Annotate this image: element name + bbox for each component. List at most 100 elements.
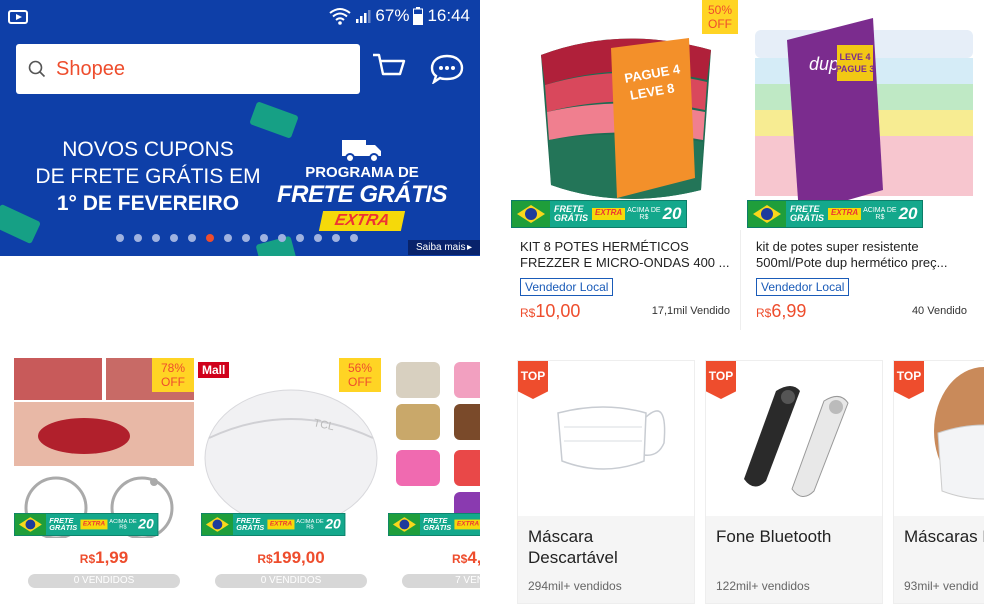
product-title: KIT 8 POTES HERMÉTICOS FREZZER E MICRO-O… [520, 239, 730, 271]
carousel-dot[interactable] [188, 234, 196, 242]
chat-icon[interactable] [430, 54, 464, 84]
sold-count: 17,1mil Vendido [651, 305, 730, 317]
badge-amount: 20 [898, 204, 918, 223]
discount-off: OFF [348, 375, 372, 389]
ticket-decoration [249, 101, 299, 139]
grid-product-card[interactable]: 78% OFF FRETE GRÁTIS EXTRA ACIMA DE R$ 20 R… [14, 358, 194, 593]
badge-text: GRÁTIS [423, 523, 452, 532]
battery-icon [413, 7, 424, 25]
product-grid: 78% OFF FRETE GRÁTIS EXTRA ACIMA DE R$ 20 R… [0, 350, 480, 616]
discount-pct: 78% [160, 361, 186, 375]
discount-off: OFF [161, 375, 185, 389]
carousel-dot[interactable] [170, 234, 178, 242]
discount-badge: 56% OFF [339, 358, 381, 392]
sold-bar: 0 VENDIDOS [215, 574, 367, 588]
brazil-flag-icon [388, 513, 420, 536]
status-bar: 67% 16:44 [0, 0, 480, 34]
top-product-card[interactable]: TOP Máscara Descartável 294mil+ vendidos [517, 360, 695, 604]
frete-gratis-badge: FRETE GRÁTIS EXTRA ACIMA DE R$ 20 [14, 513, 158, 536]
top-badge: TOP [894, 361, 924, 399]
product-image: dup LEVE 4 PAGUE 3 [747, 0, 977, 230]
top-products: TOP Máscara Descartável 294mil+ vendidos… [511, 350, 984, 616]
badge-amount: 20 [138, 516, 154, 532]
top-product-card[interactable]: TOP Máscaras Descartáv 93mil+ vendid [893, 360, 984, 604]
carousel-dot[interactable] [314, 234, 322, 242]
badge-amount: 20 [662, 204, 682, 223]
price-value: 199,00 [272, 548, 325, 567]
product-image [388, 358, 480, 538]
box-text: PAGUE 3 [836, 64, 875, 74]
badge-text: R$ [875, 214, 885, 221]
promo-line: 1° DE FEVEREIRO [56, 192, 240, 215]
frete-gratis-badge: FRETE GRÁTIS EXTRA ACIMA DE R$ 20 [747, 200, 923, 228]
badge-extra: EXTRA [80, 519, 108, 530]
top-product-title: Máscara Descartável [528, 527, 618, 567]
currency: R$ [756, 306, 772, 320]
currency: R$ [257, 552, 273, 566]
product-image: PAGUE 4 LEVE 8 [511, 0, 741, 230]
product-price: R$1,99 [14, 548, 194, 568]
top-product-card[interactable]: TOP Fone Bluetooth 122mil+ vendidos [705, 360, 883, 604]
carousel-dot[interactable] [134, 234, 142, 242]
vendedor-local-badge: Vendedor Local [756, 278, 850, 296]
promo-banner[interactable]: 67% 16:44 Shopee NOVOS CUPONS DE FRETE G… [0, 0, 480, 256]
frete-gratis-badge: FRETE GRÁTIS EXTRA [388, 513, 480, 536]
sold-count: 122mil+ vendidos [716, 579, 810, 593]
sold-count: 93mil+ vendid [904, 579, 979, 593]
carousel-dot[interactable] [350, 234, 358, 242]
carousel-dot[interactable] [206, 234, 214, 242]
program-title: FRETE GRÁTIS [276, 181, 448, 208]
cart-icon[interactable] [372, 52, 406, 84]
carousel-dot[interactable] [278, 234, 286, 242]
signal-icon [356, 10, 371, 23]
product-title-text: kit de potes super resistente 500ml/Pote… [756, 239, 948, 270]
price-value: 4, [467, 548, 480, 567]
search-input[interactable]: Shopee [16, 44, 360, 94]
currency: R$ [520, 306, 536, 320]
promo-headline: NOVOS CUPONS DE FRETE GRÁTIS EM 1° DE FE… [30, 136, 266, 217]
price-value: 1,99 [95, 548, 129, 567]
carousel-dot[interactable] [152, 234, 160, 242]
wifi-icon [329, 8, 352, 25]
carousel-dot[interactable] [260, 234, 268, 242]
currency: R$ [452, 552, 468, 566]
badge-text: R$ [639, 214, 649, 221]
saiba-mais-link[interactable]: Saiba mais ▸ [408, 240, 480, 255]
badge-amount: 20 [325, 516, 341, 532]
frete-program: PROGRAMA DE FRETE GRÁTIS EXTRA [276, 164, 448, 231]
badge-text: GRÁTIS [49, 523, 78, 532]
top-product-title: Máscaras Descartáv [904, 527, 984, 546]
badge-text: ACIMA DE [863, 207, 897, 214]
truck-icon [342, 140, 381, 163]
top-product-title: Fone Bluetooth [716, 527, 832, 546]
promo-line: DE FRETE GRÁTIS EM [35, 165, 261, 188]
carousel-dot[interactable] [296, 234, 304, 242]
product-card[interactable]: PAGUE 4 LEVE 8 50% OFF FRETE GRÁTIS EXTRA … [511, 0, 741, 330]
badge-extra: EXTRA [828, 208, 862, 220]
product-price: R$6,99 [756, 301, 806, 322]
vendedor-local-badge: Vendedor Local [520, 278, 614, 296]
badge-extra: EXTRA [267, 519, 295, 530]
saiba-mais-label: Saiba mais [416, 242, 466, 253]
carousel-dot[interactable] [224, 234, 232, 242]
badge-text: GRÁTIS [790, 213, 825, 223]
program-label: PROGRAMA DE [305, 164, 419, 181]
status-indicators: 67% 16:44 [329, 6, 470, 26]
carousel-dot[interactable] [116, 234, 124, 242]
search-placeholder: Shopee [56, 57, 125, 80]
youtube-icon [8, 10, 28, 24]
product-price: R$199,00 [201, 548, 381, 568]
discount-pct: 56% [347, 361, 373, 375]
product-card[interactable]: dup LEVE 4 PAGUE 3 FRETE GRÁTIS EXTRA ACI… [747, 0, 977, 330]
sold-count: 40 Vendido [911, 305, 967, 317]
carousel-dot[interactable] [242, 234, 250, 242]
program-extra: EXTRA [318, 211, 406, 231]
grid-product-card[interactable]: FRETEGRÁTIS EXTRA R$4, 7 VEN [388, 358, 480, 593]
price-value: 6,99 [771, 301, 807, 321]
badge-text: R$ [306, 524, 314, 531]
grid-product-card[interactable]: TCL Mall 56% OFF FRETE GRÁTIS EXTRA ACIMA … [198, 358, 381, 593]
carousel-dot[interactable] [332, 234, 340, 242]
currency: R$ [79, 552, 96, 566]
carousel-dots[interactable] [116, 234, 358, 242]
box-text: LEVE 4 [839, 52, 870, 62]
